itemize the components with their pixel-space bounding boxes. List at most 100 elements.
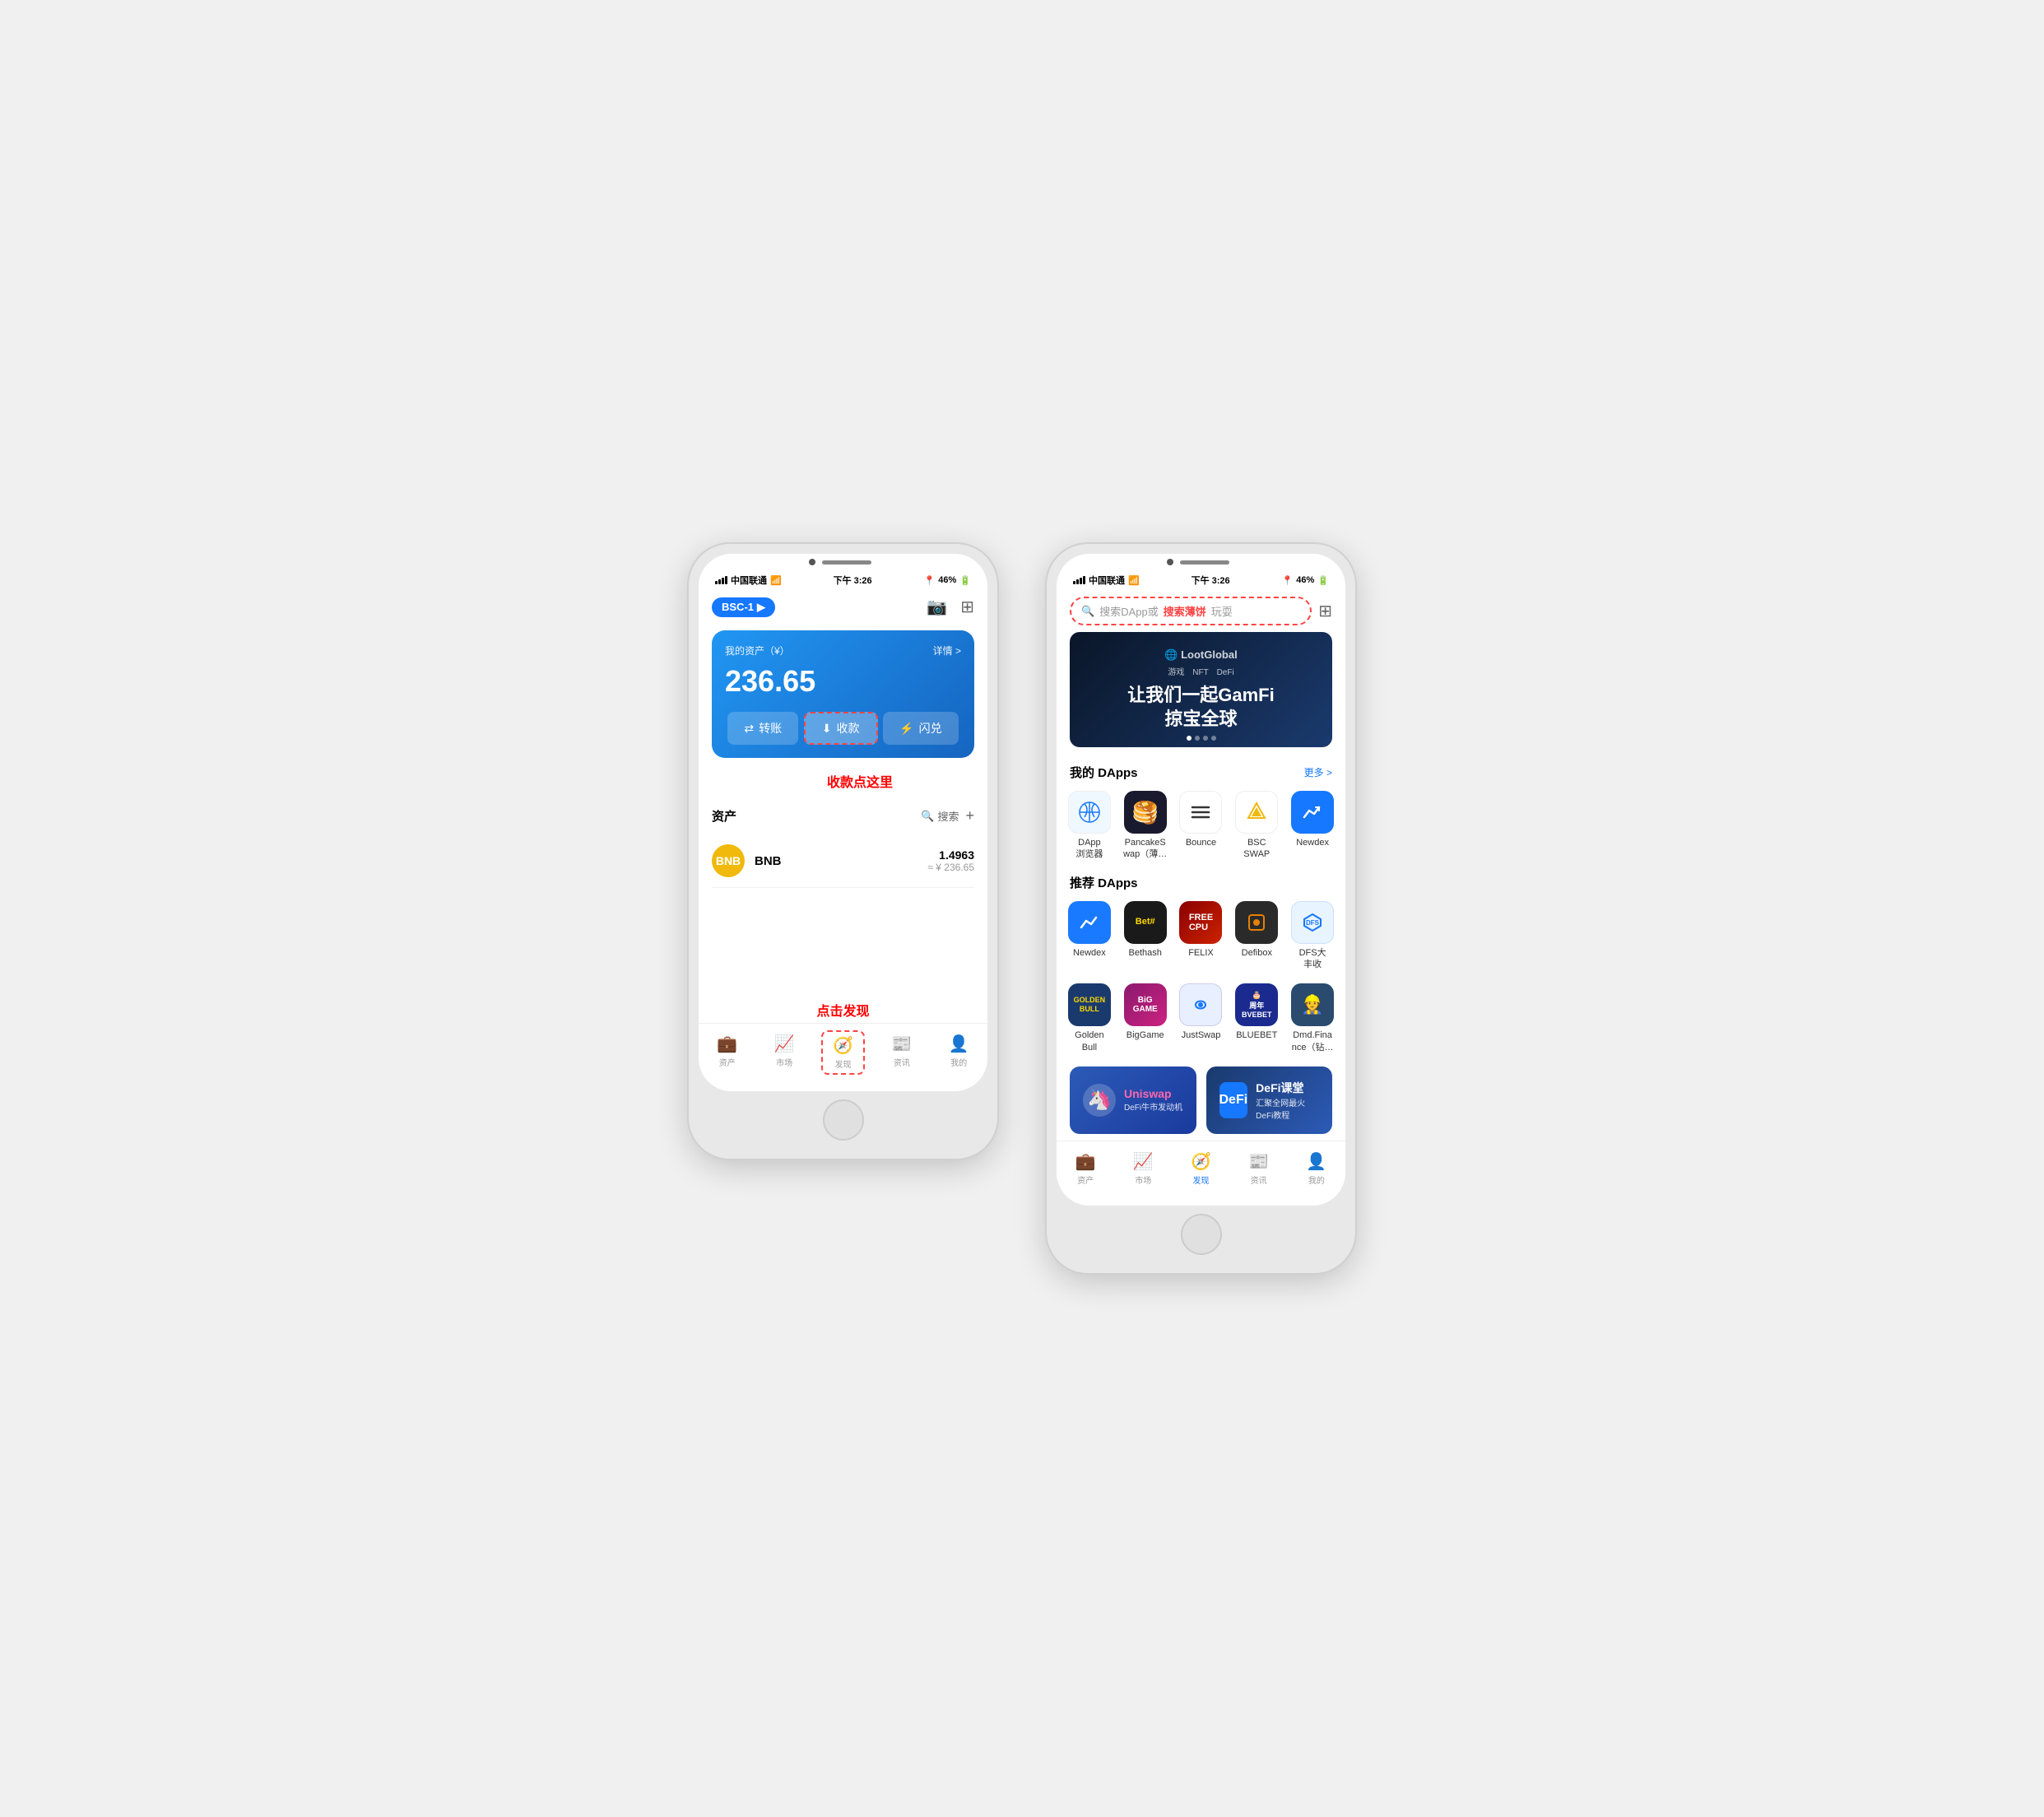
rec-dapps-row2: GOLDENBULL GoldenBull BiGGAME BigGame xyxy=(1057,977,1345,1060)
network-badge[interactable]: BSC-1 ▶ xyxy=(712,597,775,617)
bscswap-label: BSCSWAP xyxy=(1243,837,1270,861)
speaker xyxy=(822,560,871,565)
dot-4 xyxy=(1211,736,1216,741)
location-icon: 📍 xyxy=(924,575,936,586)
bethash-label: Bethash xyxy=(1129,947,1162,959)
dapp-newdex2[interactable]: Newdex xyxy=(1063,898,1116,974)
right-location-icon: 📍 xyxy=(1282,575,1294,586)
right-wifi-icon: 📶 xyxy=(1128,575,1140,586)
justswap-label: JustSwap xyxy=(1182,1029,1221,1041)
carrier-label: 中国联通 xyxy=(731,574,767,587)
my-dapps-grid: DApp浏览器 🥞 PancakeSwap（薄… xyxy=(1057,784,1345,867)
market-nav-icon: 📈 xyxy=(774,1034,795,1054)
dot-3 xyxy=(1203,736,1208,741)
right-nav-assets[interactable]: 💼 资产 xyxy=(1066,1148,1106,1189)
dapp-dfs[interactable]: DFS DFS大丰收 xyxy=(1286,898,1339,974)
search-magnifier-icon: 🔍 xyxy=(1081,605,1094,618)
qr-icon[interactable]: ⊞ xyxy=(1318,601,1332,621)
nav-mine[interactable]: 👤 我的 xyxy=(939,1030,979,1075)
nav-assets[interactable]: 💼 资产 xyxy=(707,1030,747,1075)
right-nav-mine[interactable]: 👤 我的 xyxy=(1296,1148,1336,1189)
bnb-icon: BNB xyxy=(712,844,745,877)
assets-header: BSC-1 ▶ 📷 ⊞ xyxy=(699,590,987,624)
dapp-bounce[interactable]: Bounce xyxy=(1175,788,1228,864)
bnb-amount: 1.4963 xyxy=(927,848,974,862)
dapp-dmd[interactable]: 👷 Dmd.Finance（钻… xyxy=(1286,980,1339,1057)
dmd-icon: 👷 xyxy=(1291,983,1334,1026)
right-carrier-label: 中国联通 xyxy=(1089,574,1125,587)
right-battery-icon: 🔋 xyxy=(1317,575,1329,586)
search-button[interactable]: 🔍 搜索 xyxy=(921,808,959,824)
signal-icon xyxy=(715,576,727,584)
dapp-goldenbull[interactable]: GOLDENBULL GoldenBull xyxy=(1063,980,1116,1057)
qr-scan-icon[interactable]: ⊞ xyxy=(960,597,974,617)
right-nav-discover[interactable]: 🧭 发现 xyxy=(1181,1148,1221,1189)
discover-header: 🔍 搜索DApp或 搜索薄饼 玩耍 ⊞ xyxy=(1057,590,1345,632)
search-box[interactable]: 🔍 搜索DApp或 搜索薄饼 玩耍 xyxy=(1070,597,1312,625)
dfs-icon: DFS xyxy=(1291,901,1334,944)
assets-section: 资产 🔍 搜索 + BNB BNB 1.4963 ≈ ¥ 236.65 xyxy=(699,797,987,898)
market-nav-label: 市场 xyxy=(776,1056,792,1068)
right-home-button[interactable] xyxy=(1181,1214,1222,1255)
right-status-bar: 中国联通 📶 下午 3:26 📍 46% 🔋 xyxy=(1057,570,1345,590)
right-notch xyxy=(1057,554,1345,570)
right-phone: 中国联通 📶 下午 3:26 📍 46% 🔋 🔍 搜索DApp或 搜索薄饼 玩耍 xyxy=(1047,544,1355,1273)
nav-market[interactable]: 📈 市场 xyxy=(764,1030,805,1075)
dapp-bethash[interactable]: Bet# Bethash xyxy=(1119,898,1172,974)
banner-subtitle: 游戏 NFT DeFi xyxy=(1127,665,1274,677)
rec-dapps-title: 推荐 DApps xyxy=(1070,874,1138,891)
promo-banner[interactable]: 🌐 LootGlobal 游戏 NFT DeFi 让我们一起GamFi掠宝全球 xyxy=(1070,632,1332,747)
transfer-label: 转账 xyxy=(759,720,782,737)
right-market-nav-icon: 📈 xyxy=(1133,1151,1154,1172)
home-button[interactable] xyxy=(823,1099,864,1141)
uniswap-promo[interactable]: 🦄 Uniswap DeFi牛市发动机 xyxy=(1070,1066,1196,1134)
justswap-icon xyxy=(1179,983,1222,1026)
defi-text: DeFi课堂 汇聚全网最火DeFi教程 xyxy=(1256,1080,1319,1121)
banner-title: 让我们一起GamFi掠宝全球 xyxy=(1127,684,1274,731)
bnb-asset-item[interactable]: BNB BNB 1.4963 ≈ ¥ 236.65 xyxy=(712,834,974,888)
right-nav-news[interactable]: 📰 资讯 xyxy=(1238,1148,1279,1189)
add-asset-button[interactable]: + xyxy=(965,807,974,825)
search-highlight: 搜索薄饼 xyxy=(1164,603,1206,619)
nav-news[interactable]: 📰 资讯 xyxy=(881,1030,922,1075)
bounce-icon xyxy=(1179,791,1222,834)
my-dapps-header: 我的 DApps 更多 > xyxy=(1057,757,1345,784)
right-mine-nav-icon: 👤 xyxy=(1306,1151,1326,1172)
flash-button[interactable]: ⚡ 闪兑 xyxy=(883,712,958,745)
receive-button[interactable]: ⬇ 收款 xyxy=(804,712,878,745)
goldenbull-icon: GOLDENBULL xyxy=(1068,983,1111,1026)
nav-discover[interactable]: 🧭 发现 xyxy=(821,1030,865,1075)
dapp-pancake[interactable]: 🥞 PancakeSwap（薄… xyxy=(1119,788,1172,864)
left-phone: 中国联通 📶 下午 3:26 📍 46% 🔋 BSC-1 ▶ 📷 xyxy=(689,544,997,1159)
dapp-felix[interactable]: FREECPU FELIX xyxy=(1175,898,1228,974)
dapp-bscswap[interactable]: BSCSWAP xyxy=(1230,788,1283,864)
dot-2 xyxy=(1195,736,1200,741)
detail-link[interactable]: 详情 > xyxy=(933,644,961,658)
right-battery-label: 46% xyxy=(1296,575,1314,585)
dapp-bluebet[interactable]: 🎂周年BVEBET BLUEBET xyxy=(1230,980,1283,1057)
banner-dots xyxy=(1187,736,1216,741)
rec-dapps-row1: Newdex Bet# Bethash FREECPU FELIX xyxy=(1057,895,1345,978)
newdex2-icon xyxy=(1068,901,1111,944)
browser-icon xyxy=(1068,791,1111,834)
mine-nav-label: 我的 xyxy=(950,1056,967,1068)
camera-scan-icon[interactable]: 📷 xyxy=(927,597,947,617)
right-nav-market[interactable]: 📈 市场 xyxy=(1123,1148,1164,1189)
time-label: 下午 3:26 xyxy=(834,574,872,587)
assets-title: 资产 xyxy=(712,807,736,825)
dapp-browser[interactable]: DApp浏览器 xyxy=(1063,788,1116,864)
bluebet-icon: 🎂周年BVEBET xyxy=(1235,983,1278,1026)
dapp-biggame[interactable]: BiGGAME BigGame xyxy=(1119,980,1172,1057)
biggame-label: BigGame xyxy=(1127,1029,1164,1041)
dapp-justswap[interactable]: JustSwap xyxy=(1175,980,1228,1057)
dapp-newdex[interactable]: Newdex xyxy=(1286,788,1339,864)
right-news-nav-icon: 📰 xyxy=(1248,1151,1269,1172)
defi-promo[interactable]: DeFi DeFi课堂 汇聚全网最火DeFi教程 xyxy=(1206,1066,1333,1134)
dapp-defibox[interactable]: Defibox xyxy=(1230,898,1283,974)
transfer-button[interactable]: ⇄ 转账 xyxy=(727,712,798,745)
uniswap-title: Uniswap xyxy=(1124,1087,1182,1100)
battery-label: 46% xyxy=(938,575,956,585)
defibox-label: Defibox xyxy=(1242,947,1272,959)
my-dapps-more[interactable]: 更多 > xyxy=(1304,765,1332,779)
battery-icon: 🔋 xyxy=(959,575,971,586)
